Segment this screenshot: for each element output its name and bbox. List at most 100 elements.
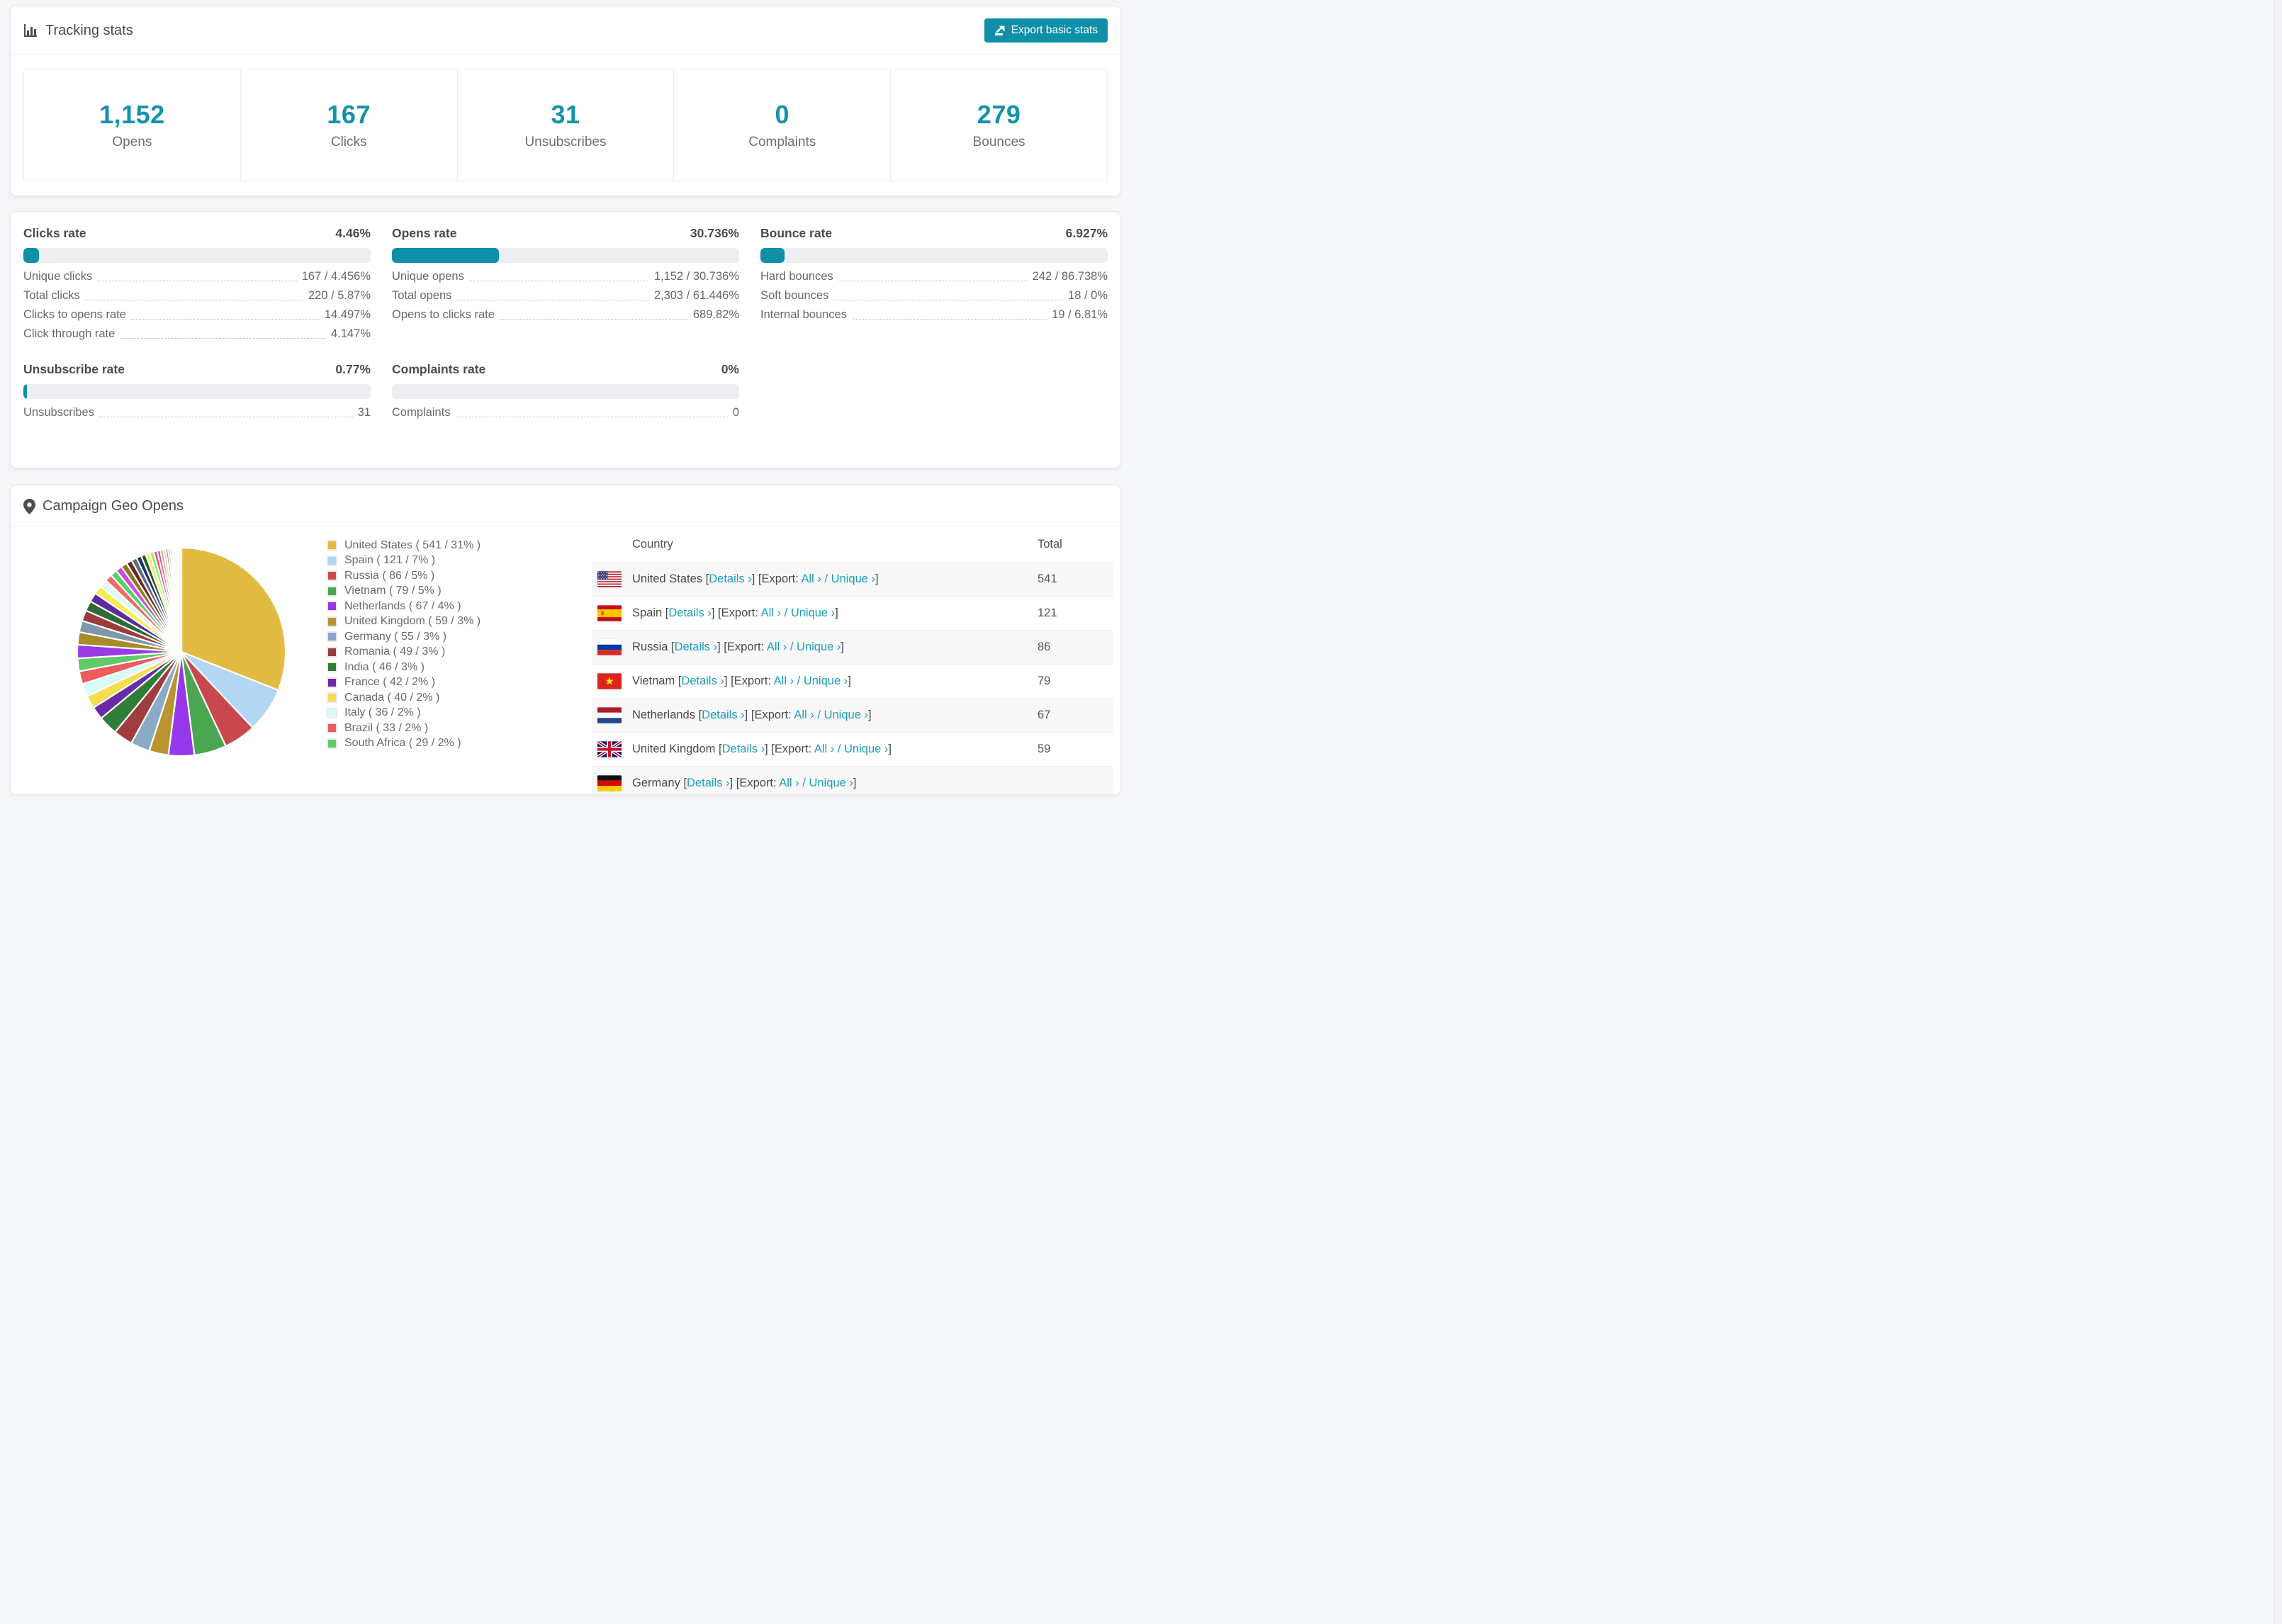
de-flag-icon	[597, 775, 622, 791]
stat-complaints: 0 Complaints	[673, 69, 890, 181]
gb-flag-icon	[597, 741, 622, 757]
rate-title: Clicks rate	[23, 226, 86, 240]
stats-summary: 1,152 Opens 167 Clicks 31 Unsubscribes 0 Compla…	[23, 69, 1108, 181]
rate-detail-label: Opens to clicks rate	[392, 308, 495, 321]
rate-value: 30.736%	[690, 226, 739, 240]
rate-progress-fill	[23, 248, 39, 263]
legend-label: Canada ( 40 / 2% )	[344, 691, 440, 704]
rate-detail-label: Total clicks	[23, 289, 80, 302]
details-link[interactable]: Details ›	[668, 607, 712, 619]
geo-country-name: United Kingdom	[632, 743, 716, 755]
stat-label: Unsubscribes	[524, 135, 607, 150]
page-scrollbar[interactable]	[2274, 0, 2282, 1624]
rate-detail-label: Hard bounces	[760, 270, 833, 283]
rate-value: 0%	[721, 362, 739, 376]
tracking-stats-header: Tracking stats Export basic stats	[11, 6, 1120, 55]
geo-table-row: Spain [Details ›] [Export: All › / Uniqu…	[592, 596, 1113, 630]
export-prefix: Export:	[721, 607, 758, 619]
export-button-label: Export basic stats	[1011, 24, 1098, 36]
rate-value: 4.46%	[335, 226, 371, 240]
page: Tracking stats Export basic stats 1,152 O…	[0, 0, 1141, 795]
legend-swatch	[327, 692, 337, 704]
export-unique-link[interactable]: Unique ›	[797, 641, 841, 653]
export-slash: /	[794, 675, 804, 687]
rate-detail-label: Unsubscribes	[23, 406, 94, 419]
details-link[interactable]: Details ›	[675, 641, 718, 653]
export-all-link[interactable]: All ›	[767, 641, 787, 653]
geo-country-cell: Vietnam [Details ›] [Export: All › / Uni…	[632, 675, 851, 687]
legend-swatch	[327, 555, 337, 566]
geo-country-name: Netherlands	[632, 709, 695, 721]
rate-detail-row: Soft bounces 18 / 0%	[760, 289, 1108, 303]
details-link[interactable]: Details ›	[722, 743, 765, 755]
legend-item: Brazil ( 33 / 2% )	[327, 721, 480, 736]
legend-label: India ( 46 / 3% )	[344, 660, 425, 673]
rate-detail-row: Complaints 0	[392, 406, 739, 419]
export-unique-link[interactable]: Unique ›	[831, 573, 875, 585]
rate-section-clicks-rate: Clicks rate 4.46% Unique clicks 167 / 4.456…	[23, 226, 371, 341]
geo-country-cell: Spain [Details ›] [Export: All › / Uniqu…	[632, 607, 838, 619]
rate-title: Bounce rate	[760, 226, 833, 240]
legend-label: Romania ( 49 / 3% )	[344, 645, 446, 658]
rate-detail-value: 689.82%	[692, 308, 739, 321]
details-link[interactable]: Details ›	[702, 709, 745, 721]
rate-detail-row: Opens to clicks rate 689.82%	[392, 308, 739, 322]
legend-item: France ( 42 / 2% )	[327, 675, 480, 691]
export-all-link[interactable]: All ›	[779, 777, 799, 789]
export-unique-link[interactable]: Unique ›	[809, 777, 853, 789]
geo-table-row: Russia [Details ›] [Export: All › / Uniq…	[592, 630, 1113, 664]
geo-table-header: Country Total	[592, 526, 1113, 562]
geo-opens-title: Campaign Geo Opens	[43, 498, 184, 514]
rate-progress-bar	[392, 384, 739, 399]
export-prefix: Export:	[754, 709, 792, 721]
map-pin-icon	[23, 498, 35, 514]
export-all-link[interactable]: All ›	[814, 743, 834, 755]
export-prefix: Export:	[726, 641, 765, 653]
page-title: Tracking stats	[45, 22, 133, 38]
geo-country-cell: United Kingdom [Details ›] [Export: All …	[632, 743, 892, 755]
legend-item: South Africa ( 29 / 2% )	[327, 736, 480, 752]
details-link[interactable]: Details ›	[709, 573, 752, 585]
legend-swatch	[327, 616, 337, 627]
rate-detail-value: 19 / 6.81%	[1052, 308, 1108, 321]
export-basic-stats-button[interactable]: Export basic stats	[984, 18, 1108, 43]
export-unique-link[interactable]: Unique ›	[844, 743, 888, 755]
details-link[interactable]: Details ›	[681, 675, 724, 687]
details-link[interactable]: Details ›	[687, 777, 730, 789]
rate-detail-value: 4.147%	[331, 327, 371, 340]
legend-label: Spain ( 121 / 7% )	[344, 554, 436, 567]
legend-label: United States ( 541 / 31% )	[344, 538, 481, 551]
export-all-link[interactable]: All ›	[761, 607, 781, 619]
export-unique-link[interactable]: Unique ›	[791, 607, 835, 619]
legend-label: France ( 42 / 2% )	[344, 676, 436, 689]
rate-progress-bar	[392, 248, 739, 263]
dotted-leader	[120, 338, 327, 339]
export-unique-link[interactable]: Unique ›	[824, 709, 868, 721]
rate-detail-row: Unique clicks 167 / 4.456%	[23, 270, 371, 283]
export-all-link[interactable]: All ›	[774, 675, 794, 687]
legend-label: South Africa ( 29 / 2% )	[344, 737, 461, 750]
legend-item: Germany ( 55 / 3% )	[327, 629, 480, 645]
bar-chart-icon	[23, 23, 38, 38]
rate-detail-row: Hard bounces 242 / 86.738%	[760, 270, 1108, 283]
rate-detail-value: 220 / 5.87%	[308, 289, 371, 302]
export-slash: /	[834, 743, 845, 755]
legend-swatch	[327, 540, 337, 551]
export-unique-link[interactable]: Unique ›	[804, 675, 848, 687]
legend-swatch	[327, 707, 337, 718]
dotted-leader	[852, 319, 1047, 320]
export-prefix: Export:	[761, 573, 799, 585]
rate-detail-label: Clicks to opens rate	[23, 308, 126, 321]
stat-bounces: 279 Bounces	[890, 69, 1107, 181]
geo-pie-chart	[75, 546, 288, 758]
export-slash: /	[781, 607, 791, 619]
export-all-link[interactable]: All ›	[801, 573, 821, 585]
export-all-link[interactable]: All ›	[794, 709, 814, 721]
vn-flag-icon	[597, 673, 622, 689]
geo-total-cell: 59	[1038, 743, 1051, 755]
rate-progress-bar	[23, 384, 371, 399]
legend-label: Italy ( 36 / 2% )	[344, 706, 421, 719]
stat-value: 31	[551, 100, 580, 129]
rate-detail-value: 18 / 0%	[1068, 289, 1108, 302]
geo-total-cell: 86	[1038, 641, 1051, 653]
